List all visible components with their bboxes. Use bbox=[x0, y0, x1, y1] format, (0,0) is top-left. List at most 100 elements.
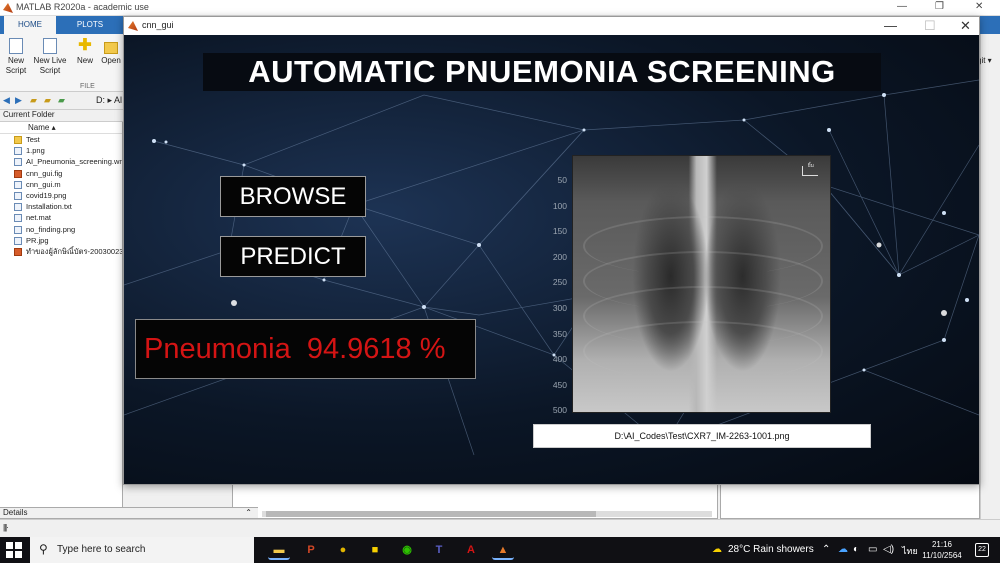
workspace-panel[interactable] bbox=[720, 484, 980, 519]
taskbar-wechat-icon[interactable]: ◉ bbox=[396, 540, 418, 560]
volume-icon[interactable]: ◁) bbox=[883, 544, 894, 555]
file-list-item[interactable]: 1.png bbox=[0, 145, 122, 156]
taskbar-file-explorer-icon[interactable]: ▬ bbox=[268, 540, 290, 560]
chevron-up-icon[interactable]: ⌃ bbox=[822, 544, 830, 555]
address-path[interactable]: D: ▸ Al bbox=[96, 95, 122, 106]
browse-folder-icon[interactable]: ▰ bbox=[30, 95, 37, 106]
tab-home[interactable]: HOME bbox=[4, 16, 56, 34]
file-list-item[interactable]: cnn_gui.fig bbox=[0, 168, 122, 179]
weather-text[interactable]: 28°C Rain showers bbox=[728, 544, 814, 555]
file-icon bbox=[14, 169, 22, 178]
file-list-item[interactable]: Test bbox=[0, 134, 122, 145]
cnn-gui-window: cnn_gui — ☐ ✕ AUTOMATIC PNUEMONIA SCREEN… bbox=[123, 16, 980, 485]
clock-time: 21:16 bbox=[931, 540, 953, 549]
tab-plots[interactable]: PLOTS bbox=[64, 16, 116, 34]
matlab-titlebar: MATLAB R2020a - academic use — ❐ ✕ bbox=[0, 0, 1000, 16]
name-column-header[interactable]: Name ▴ bbox=[0, 122, 122, 134]
status-bar: |||· bbox=[0, 519, 1000, 537]
file-list: Test 1.png AI_Pneumonia_screening.wm cnn_gu… bbox=[0, 134, 122, 257]
taskbar-teams-icon[interactable]: T bbox=[428, 540, 450, 560]
new-script-button[interactable]: New Script bbox=[1, 38, 31, 76]
search-icon: ⚲ bbox=[39, 542, 48, 556]
open-folder-icon bbox=[104, 42, 118, 54]
file-icon bbox=[14, 247, 22, 256]
minimize-icon[interactable]: — bbox=[897, 1, 907, 12]
details-label: Details bbox=[3, 508, 28, 517]
file-name: net.mat bbox=[26, 213, 52, 223]
file-icon bbox=[14, 147, 22, 156]
forward-arrow-icon[interactable]: ▶ bbox=[15, 95, 22, 106]
clock-date: 11/10/2564 bbox=[922, 551, 962, 560]
battery-icon[interactable]: ▭ bbox=[868, 544, 877, 555]
result-label: Pneumonia bbox=[144, 333, 291, 365]
file-list-item[interactable]: covid19.png bbox=[0, 190, 122, 201]
taskbar-chrome-icon[interactable]: ● bbox=[332, 540, 354, 560]
xray-axes: 50 100 150 200 250 300 350 400 450 500 ยิ้ม bbox=[543, 155, 832, 415]
scroll-thumb[interactable] bbox=[266, 511, 596, 517]
status-grip-icon: |||· bbox=[3, 523, 9, 532]
y-tick-label: 150 bbox=[552, 226, 567, 237]
y-tick-label: 200 bbox=[552, 251, 567, 262]
skype-icon[interactable]: ◐ bbox=[853, 544, 859, 555]
file-icon bbox=[14, 203, 22, 212]
chevron-up-icon[interactable]: ⌃ bbox=[245, 508, 252, 517]
y-tick-label: 450 bbox=[552, 379, 567, 390]
onedrive-icon[interactable]: ☁ bbox=[838, 544, 848, 555]
back-arrow-icon[interactable]: ◀ bbox=[3, 95, 10, 106]
file-list-item[interactable]: PR.jpg bbox=[0, 235, 122, 246]
maximize-icon[interactable]: ❐ bbox=[935, 1, 944, 12]
windows-start-icon[interactable] bbox=[6, 542, 22, 558]
file-icon bbox=[14, 225, 22, 234]
gui-canvas: AUTOMATIC PNUEMONIA SCREENING BROWSE PRE… bbox=[124, 35, 979, 484]
figure-maximize-icon[interactable]: ☐ bbox=[924, 18, 936, 34]
predict-button[interactable]: PREDICT bbox=[220, 236, 366, 277]
file-list-item[interactable]: cnn_gui.m bbox=[0, 179, 122, 190]
new-script-label: New Script bbox=[5, 56, 27, 75]
file-icon bbox=[14, 214, 22, 223]
file-name: AI_Pneumonia_screening.wm bbox=[26, 157, 122, 167]
file-list-item[interactable]: net.mat bbox=[0, 212, 122, 223]
details-panel-title[interactable]: Details ⌃ bbox=[0, 507, 258, 519]
taskbar-matlab-icon[interactable]: ▲ bbox=[492, 540, 514, 560]
refresh-icon[interactable]: ▰ bbox=[58, 95, 65, 106]
file-list-item[interactable]: AI_Pneumonia_screening.wm bbox=[0, 156, 122, 167]
current-folder-title: Current Folder bbox=[0, 110, 123, 122]
matlab-window-title: MATLAB R2020a - academic use bbox=[16, 2, 149, 12]
file-list-item[interactable]: Installation.txt bbox=[0, 201, 122, 212]
file-icon bbox=[14, 158, 22, 167]
right-toolbar: git ▾ bbox=[977, 34, 1000, 519]
figure-close-icon[interactable]: ✕ bbox=[960, 18, 971, 34]
current-folder-panel: Name ▴ Test 1.png AI_Pneumonia_screening.w… bbox=[0, 122, 123, 507]
taskbar-acrobat-icon[interactable]: A bbox=[460, 540, 482, 560]
browse-button[interactable]: BROWSE bbox=[220, 176, 366, 217]
clock[interactable]: 21:16 11/10/2564 bbox=[919, 539, 965, 561]
new-live-script-button[interactable]: New Live Script bbox=[32, 38, 68, 76]
weather-icon[interactable]: ☁ bbox=[712, 544, 722, 555]
file-list-item[interactable]: ทำของผู้ลักษิณิ์บัตร-200300230 bbox=[0, 246, 122, 257]
taskbar-powerpoint-icon[interactable]: P bbox=[300, 540, 322, 560]
figure-matlab-icon bbox=[128, 21, 138, 31]
file-name: cnn_gui.fig bbox=[26, 168, 63, 178]
file-name: Test bbox=[26, 135, 40, 144]
chest-xray-image: ยิ้ม bbox=[572, 155, 831, 413]
taskbar-search[interactable]: ⚲ Type here to search bbox=[30, 537, 254, 563]
xray-rib-shadow bbox=[583, 321, 823, 381]
up-folder-icon[interactable]: ▰ bbox=[44, 95, 51, 106]
file-list-item[interactable]: no_finding.png bbox=[0, 224, 122, 235]
search-placeholder: Type here to search bbox=[57, 544, 146, 555]
result-value: 94.9618 % bbox=[306, 333, 446, 365]
taskbar: ⚲ Type here to search ▬ P ● ■ ◉ T A ▲ ☁ 28°C Ra… bbox=[0, 537, 1000, 563]
xray-marker-text: ยิ้ม bbox=[807, 163, 814, 169]
file-name: Installation.txt bbox=[26, 202, 72, 212]
close-icon[interactable]: ✕ bbox=[975, 1, 983, 12]
figure-minimize-icon[interactable]: — bbox=[884, 18, 897, 34]
taskbar-sticky-notes-icon[interactable]: ■ bbox=[364, 540, 386, 560]
open-button[interactable]: Open bbox=[96, 38, 126, 66]
file-name: no_finding.png bbox=[26, 224, 76, 234]
notification-badge[interactable]: 22 bbox=[975, 543, 989, 557]
horizontal-scrollbar[interactable] bbox=[262, 511, 712, 517]
language-indicator[interactable]: ไทย bbox=[902, 544, 918, 558]
new-live-script-icon bbox=[43, 38, 57, 54]
new-script-icon bbox=[9, 38, 23, 54]
new-plus-icon: ✚ bbox=[78, 37, 92, 54]
